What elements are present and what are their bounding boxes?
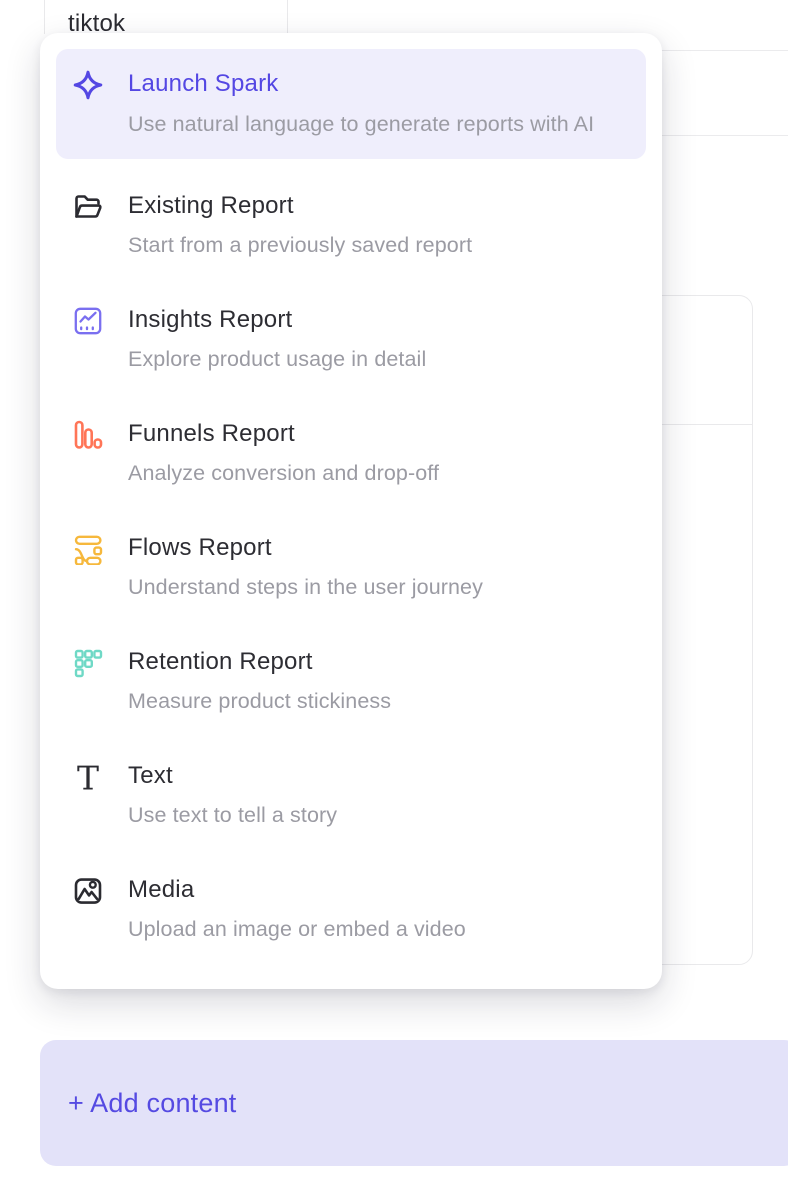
menu-item-title: Text [128,761,337,791]
menu-item-launch-spark[interactable]: Launch Spark Use natural language to gen… [56,49,646,159]
background-row-divider [660,50,788,51]
background-row-divider [660,135,788,136]
folder-open-icon [72,191,104,223]
flows-icon [72,533,104,565]
menu-item-funnels-report[interactable]: Funnels Report Analyze conversion and dr… [40,419,662,489]
menu-item-description: Use text to tell a story [128,800,337,831]
media-image-icon [72,875,104,907]
menu-item-description: Use natural language to generate reports… [128,105,594,143]
text-icon: T [72,761,104,793]
menu-item-title: Insights Report [128,305,426,335]
svg-text:T: T [77,761,99,793]
add-content-button[interactable]: + Add content [40,1040,788,1166]
add-content-menu: Launch Spark Use natural language to gen… [40,33,662,989]
menu-item-description: Start from a previously saved report [128,230,472,261]
insights-chart-icon [72,305,104,337]
menu-item-description: Measure product stickiness [128,686,391,717]
menu-item-title: Media [128,875,466,905]
menu-item-title: Funnels Report [128,419,439,449]
menu-item-existing-report[interactable]: Existing Report Start from a previously … [40,191,662,261]
menu-item-retention-report[interactable]: Retention Report Measure product stickin… [40,647,662,717]
menu-item-media[interactable]: Media Upload an image or embed a video [40,875,662,945]
retention-grid-icon [72,647,104,679]
menu-item-description: Analyze conversion and drop-off [128,458,439,489]
menu-item-text[interactable]: T Text Use text to tell a story [40,761,662,831]
menu-item-title: Flows Report [128,533,483,563]
menu-item-flows-report[interactable]: Flows Report Understand steps in the use… [40,533,662,603]
add-content-label: + Add content [68,1088,237,1119]
menu-item-description: Understand steps in the user journey [128,572,483,603]
spark-icon [72,69,104,101]
background-card-left-border [44,0,45,34]
menu-item-title: Retention Report [128,647,391,677]
menu-item-description: Explore product usage in detail [128,344,426,375]
funnels-bars-icon [72,419,104,451]
menu-item-insights-report[interactable]: Insights Report Explore product usage in… [40,305,662,375]
menu-item-title: Existing Report [128,191,472,221]
background-card-column-border [287,0,288,34]
menu-item-title: Launch Spark [128,69,594,99]
menu-item-description: Upload an image or embed a video [128,914,466,945]
